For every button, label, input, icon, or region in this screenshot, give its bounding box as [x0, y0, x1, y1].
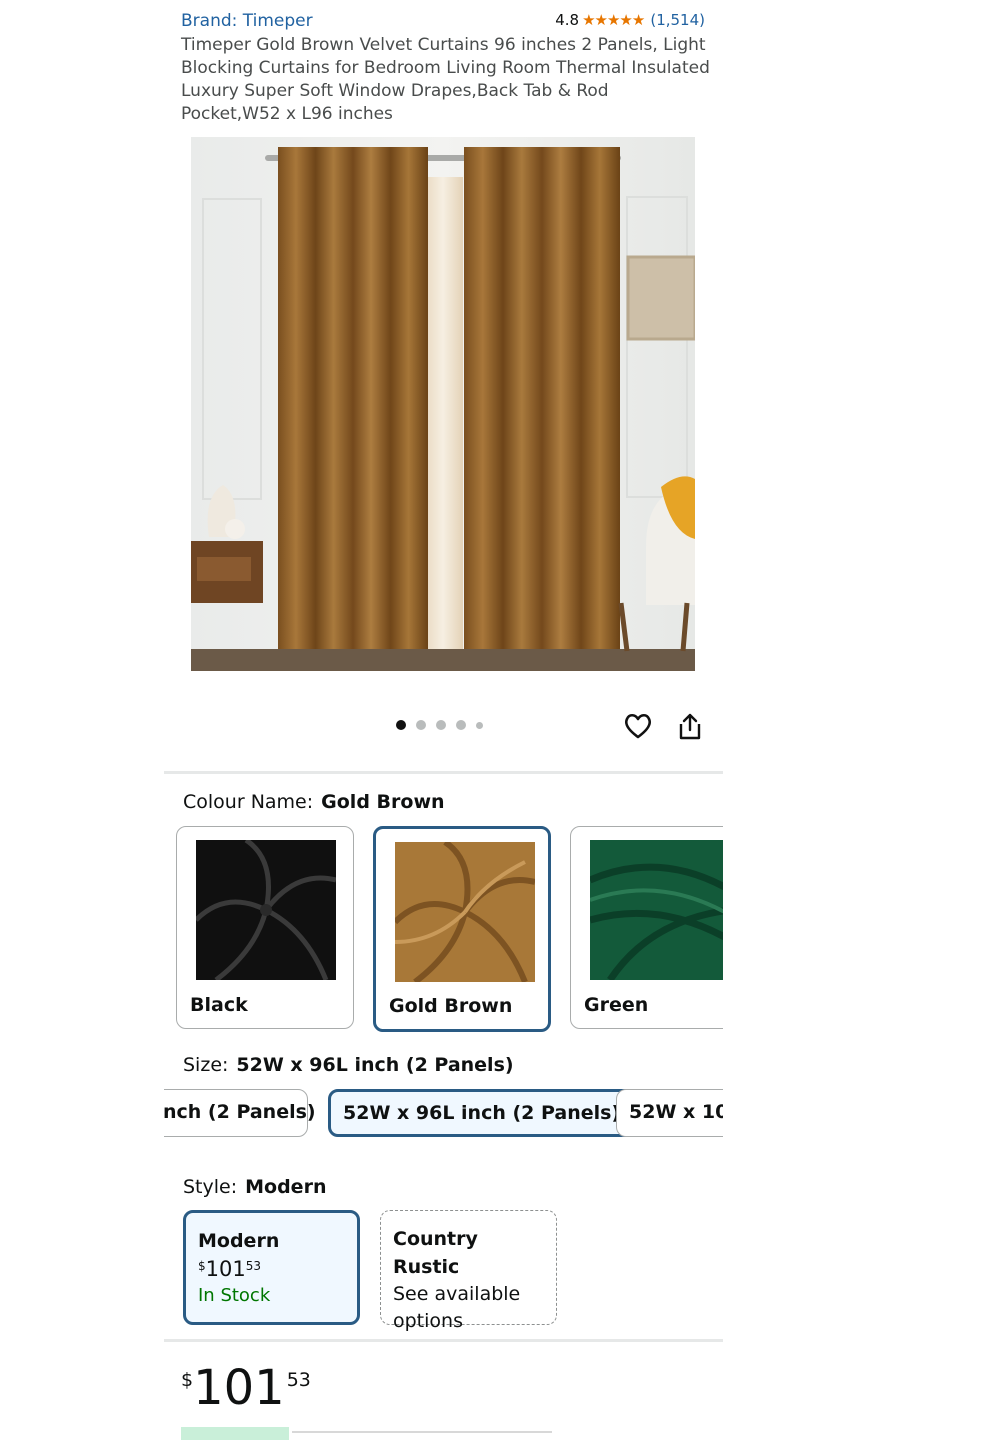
- colour-label: Colour Name:: [183, 791, 314, 813]
- carousel-dot[interactable]: [476, 721, 483, 729]
- size-option[interactable]: nch (2 Panels): [164, 1089, 316, 1137]
- style-option-country-rustic[interactable]: Country Rustic See available options: [380, 1210, 557, 1332]
- style-option-price: $10153: [198, 1257, 262, 1281]
- share-icon[interactable]: [676, 711, 704, 741]
- style-option-title: Modern: [198, 1230, 280, 1252]
- rating-count-link[interactable]: (1,514): [650, 11, 705, 29]
- brand-link[interactable]: Brand: Timeper: [181, 11, 313, 31]
- product-image[interactable]: [191, 137, 695, 671]
- price-currency: $: [181, 1369, 194, 1391]
- colour-thumbnail: [395, 842, 535, 982]
- carousel-dot[interactable]: [396, 720, 406, 730]
- size-selected-value: 52W x 96L inch (2 Panels): [236, 1054, 514, 1076]
- colour-thumbnail: [196, 840, 336, 980]
- style-option-title: Country Rustic: [393, 1228, 478, 1278]
- colour-label-row: Colour Name: Gold Brown: [183, 791, 445, 813]
- star-rating-icon: ★★★★★: [582, 11, 645, 29]
- size-option-selected[interactable]: 52W x 96L inch (2 Panels): [328, 1089, 636, 1137]
- colour-swatches[interactable]: Black Gold Brown Green: [164, 823, 723, 1035]
- product-title: Timeper Gold Brown Velvet Curtains 96 in…: [181, 35, 710, 124]
- size-option[interactable]: 52W x 108: [616, 1089, 723, 1137]
- deal-badge: [181, 1427, 289, 1440]
- cut-off-text-line: [292, 1431, 552, 1433]
- curtain-photo: [191, 137, 695, 671]
- colour-selected-value: Gold Brown: [321, 791, 445, 813]
- rating-value: 4.8: [555, 11, 580, 29]
- colour-option-gold-brown[interactable]: Gold Brown: [373, 826, 551, 1032]
- size-label-row: Size: 52W x 96L inch (2 Panels): [183, 1054, 514, 1076]
- price: $ 101 53: [181, 1362, 311, 1414]
- colour-option-label: Green: [584, 994, 649, 1016]
- style-option-modern[interactable]: Modern $10153 In Stock: [183, 1210, 360, 1325]
- section-divider: [164, 771, 723, 774]
- carousel-dot[interactable]: [436, 720, 446, 730]
- style-label-row: Style: Modern: [183, 1176, 326, 1198]
- style-option-note: options: [393, 1310, 463, 1332]
- size-options[interactable]: nch (2 Panels) 52W x 96L inch (2 Panels)…: [164, 1086, 723, 1142]
- colour-option-label: Gold Brown: [389, 995, 513, 1017]
- rating-summary[interactable]: 4.8 ★★★★★ (1,514): [555, 11, 705, 29]
- wishlist-heart-icon[interactable]: [623, 711, 653, 741]
- colour-option-green[interactable]: Green: [570, 826, 723, 1029]
- style-option-note: See available: [393, 1283, 521, 1305]
- colour-option-black[interactable]: Black: [176, 826, 354, 1029]
- colour-option-label: Black: [190, 994, 248, 1016]
- section-divider: [164, 1339, 723, 1342]
- stock-status: In Stock: [198, 1285, 271, 1306]
- image-carousel-dots[interactable]: [396, 720, 483, 730]
- style-label: Style:: [183, 1176, 238, 1198]
- size-label: Size:: [183, 1054, 229, 1076]
- price-fraction: 53: [286, 1369, 311, 1391]
- carousel-dot[interactable]: [416, 720, 426, 730]
- price-whole: 101: [193, 1360, 285, 1416]
- style-selected-value: Modern: [245, 1176, 327, 1198]
- colour-thumbnail: [590, 840, 723, 980]
- carousel-dot[interactable]: [456, 720, 466, 730]
